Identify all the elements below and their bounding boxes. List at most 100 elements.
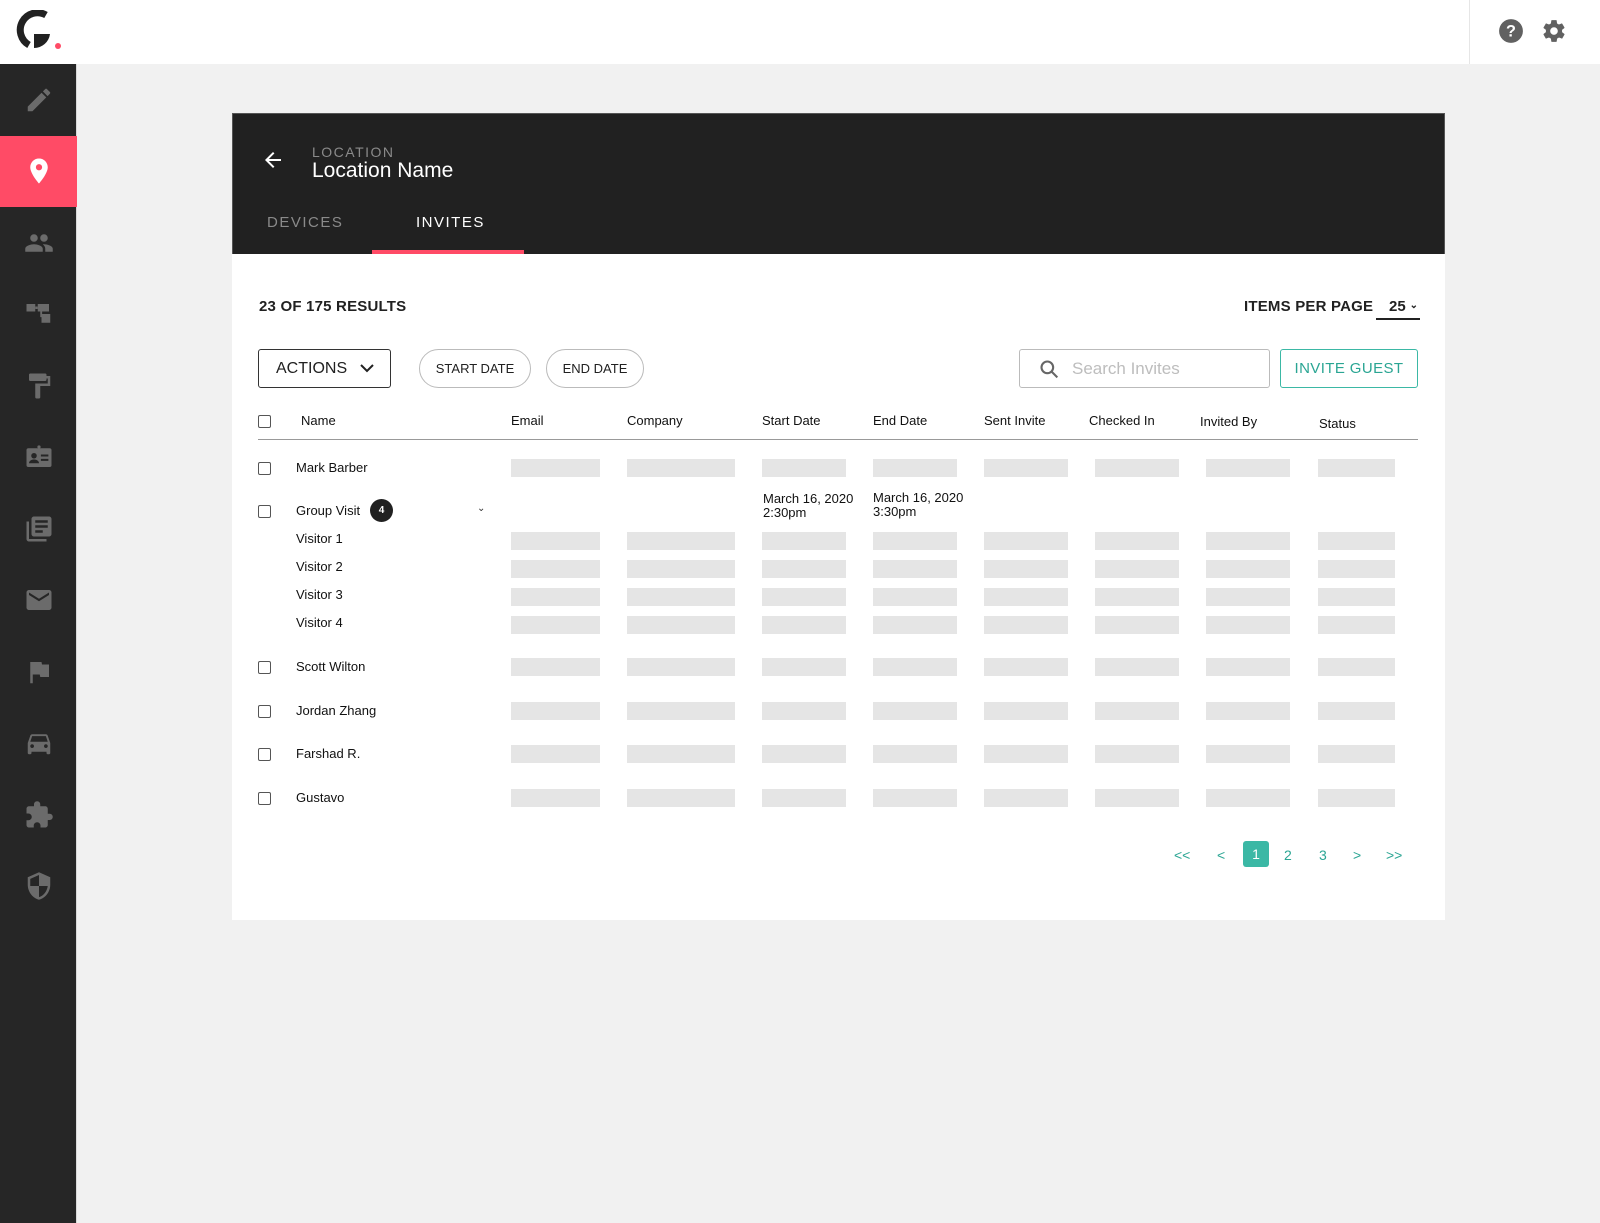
column-header-sent-invite[interactable]: Sent Invite: [984, 413, 1045, 428]
placeholder-cell: [1318, 745, 1395, 763]
sidebar-item-edit[interactable]: [0, 64, 77, 136]
placeholder-cell: [873, 459, 957, 477]
placeholder-cell: [762, 658, 846, 676]
active-tab-indicator: [372, 250, 524, 254]
row-checkbox[interactable]: [258, 462, 271, 475]
visitor-name[interactable]: Visitor 2: [296, 559, 343, 574]
row-name[interactable]: Group Visit: [296, 503, 360, 518]
placeholder-cell: [627, 588, 735, 606]
pagination-next[interactable]: >: [1353, 847, 1361, 863]
shield-icon: [27, 872, 50, 900]
sidebar-item-locations[interactable]: [0, 135, 77, 207]
visitor-name[interactable]: Visitor 4: [296, 615, 343, 630]
placeholder-cell: [1318, 588, 1395, 606]
items-per-page-value: 25: [1389, 298, 1406, 315]
actions-dropdown[interactable]: ACTIONS: [258, 349, 391, 388]
row-name[interactable]: Farshad R.: [296, 746, 360, 761]
visitor-name[interactable]: Visitor 1: [296, 531, 343, 546]
column-header-end-date[interactable]: End Date: [873, 413, 927, 428]
gear-icon[interactable]: [1541, 18, 1567, 44]
sidebar-item-branding[interactable]: [0, 350, 77, 422]
placeholder-cell: [873, 702, 957, 720]
items-per-page-select[interactable]: 25 ⌄: [1376, 294, 1420, 320]
placeholder-cell: [1318, 560, 1395, 578]
placeholder-cell: [1206, 616, 1290, 634]
column-header-invited-by[interactable]: Invited By: [1200, 414, 1257, 429]
placeholder-cell: [511, 702, 600, 720]
placeholder-cell: [984, 616, 1068, 634]
placeholder-cell: [1206, 789, 1290, 807]
flag-icon: [29, 661, 49, 683]
row-name[interactable]: Mark Barber: [296, 460, 368, 475]
placeholder-cell: [1095, 745, 1179, 763]
chevron-down-icon: ⌄: [1409, 300, 1418, 311]
search-placeholder: Search Invites: [1072, 358, 1180, 378]
column-header-start-date[interactable]: Start Date: [762, 413, 821, 428]
placeholder-cell: [984, 789, 1068, 807]
column-header-email[interactable]: Email: [511, 413, 544, 428]
column-header-checked-in[interactable]: Checked In: [1089, 413, 1155, 428]
column-header-company[interactable]: Company: [627, 413, 683, 428]
pagination-last[interactable]: >>: [1386, 847, 1402, 863]
placeholder-cell: [984, 702, 1068, 720]
app-logo[interactable]: [16, 10, 64, 52]
row-checkbox[interactable]: [258, 705, 271, 718]
sidebar-item-security[interactable]: [0, 851, 77, 923]
row-checkbox[interactable]: [258, 661, 271, 674]
sidebar-item-messages[interactable]: [0, 565, 77, 637]
column-header-status[interactable]: Status: [1319, 416, 1356, 431]
placeholder-cell: [762, 616, 846, 634]
placeholder-cell: [762, 789, 846, 807]
sidebar-item-integrations[interactable]: [0, 779, 77, 851]
pagination-page-3[interactable]: 3: [1319, 847, 1327, 863]
sidebar-item-users[interactable]: [0, 207, 77, 279]
row-checkbox[interactable]: [258, 792, 271, 805]
placeholder-cell: [1318, 789, 1395, 807]
invite-guest-button[interactable]: INVITE GUEST: [1280, 349, 1418, 388]
row-name[interactable]: Jordan Zhang: [296, 703, 376, 718]
row-name[interactable]: Scott Wilton: [296, 659, 365, 674]
tab-devices[interactable]: DEVICES: [267, 214, 343, 231]
chevron-down-icon: [360, 364, 374, 373]
group-count-badge: 4: [370, 499, 393, 522]
sidebar-item-reports[interactable]: [0, 636, 77, 708]
pagination-page-1[interactable]: 1: [1243, 841, 1269, 867]
select-all-checkbox[interactable]: [258, 415, 271, 428]
sidebar-item-hierarchy[interactable]: [0, 279, 77, 351]
start-date-filter[interactable]: START DATE: [419, 349, 531, 388]
placeholder-cell: [627, 789, 735, 807]
id-badge-icon: [26, 445, 51, 468]
pagination-prev[interactable]: <: [1217, 847, 1225, 863]
car-icon: [27, 734, 50, 755]
tab-invites[interactable]: INVITES: [416, 214, 485, 231]
placeholder-cell: [984, 745, 1068, 763]
end-date-filter[interactable]: END DATE: [546, 349, 644, 388]
placeholder-cell: [511, 616, 600, 634]
back-arrow-icon[interactable]: [261, 148, 285, 172]
row-checkbox[interactable]: [258, 748, 271, 761]
sidebar-item-documents[interactable]: [0, 493, 77, 565]
placeholder-cell: [627, 616, 735, 634]
row-name[interactable]: Gustavo: [296, 790, 344, 805]
placeholder-cell: [762, 702, 846, 720]
visitor-name[interactable]: Visitor 3: [296, 587, 343, 602]
svg-text:?: ?: [1506, 22, 1516, 40]
placeholder-cell: [1095, 459, 1179, 477]
search-input[interactable]: Search Invites: [1019, 349, 1270, 388]
end-date: March 16, 2020: [873, 490, 964, 505]
pagination-first[interactable]: <<: [1174, 847, 1190, 863]
column-header-name[interactable]: Name: [301, 413, 336, 428]
placeholder-cell: [511, 658, 600, 676]
row-checkbox[interactable]: [258, 505, 271, 518]
placeholder-cell: [511, 532, 600, 550]
sidebar-item-parking[interactable]: [0, 708, 77, 780]
chevron-down-icon[interactable]: ⌄: [477, 503, 485, 514]
location-header: LOCATION Location Name DEVICES INVITES: [232, 113, 1445, 254]
pagination-page-2[interactable]: 2: [1284, 847, 1292, 863]
items-per-page-label: ITEMS PER PAGE: [1244, 298, 1374, 315]
placeholder-cell: [762, 745, 846, 763]
pencil-icon: [27, 88, 50, 111]
help-icon[interactable]: ?: [1498, 18, 1524, 44]
search-icon: [1040, 360, 1059, 379]
sidebar-item-badges[interactable]: [0, 422, 77, 494]
